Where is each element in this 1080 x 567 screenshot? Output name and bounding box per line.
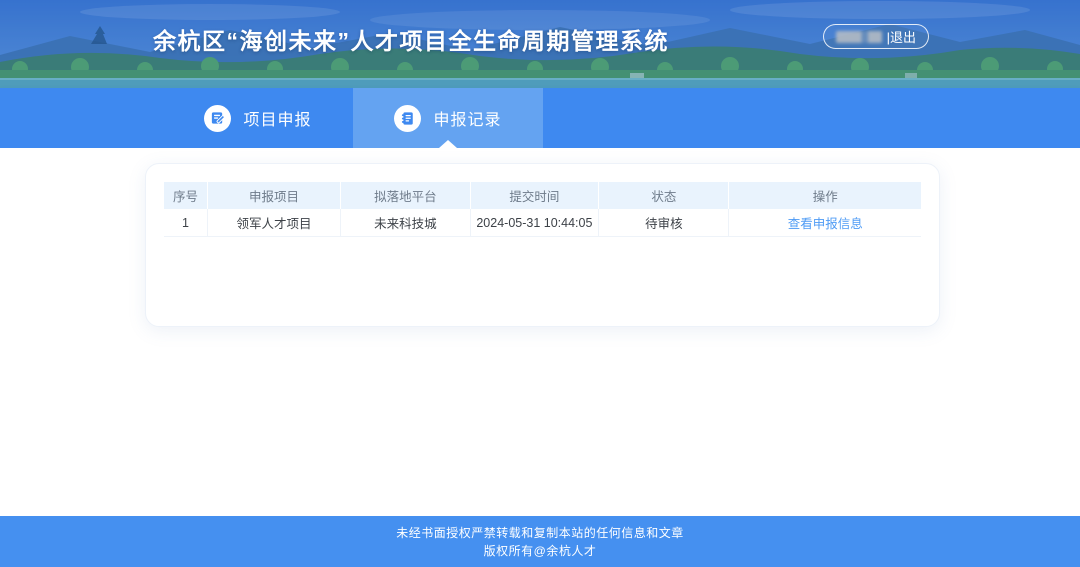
tab-strip: 项目申报 申报记录 [163, 88, 543, 148]
tab-label-project-application: 项目申报 [243, 112, 312, 129]
cell-platform: 未来科技城 [341, 209, 471, 237]
column-header-action: 操作 [729, 182, 921, 209]
column-header-platform: 拟落地平台 [341, 182, 471, 209]
active-tab-caret [439, 140, 457, 148]
tab-application-records[interactable]: 申报记录 [353, 88, 543, 148]
user-logout-button[interactable]: |退出 [822, 24, 929, 49]
column-header-submit-time: 提交时间 [470, 182, 600, 209]
table-header-row: 序号 申报项目 拟落地平台 提交时间 状态 操作 [164, 182, 921, 209]
tab-project-application[interactable]: 项目申报 [163, 88, 353, 148]
edit-document-icon [204, 104, 232, 132]
header-banner: 余杭区“海创未来”人才项目全生命周期管理系统 |退出 [0, 0, 1080, 88]
column-header-status: 状态 [599, 182, 730, 209]
footer-owner: 版权所有@余杭人才 [483, 543, 597, 558]
records-card: 序号 申报项目 拟落地平台 提交时间 状态 操作 1 领军人才项目 未来科技城 … [145, 163, 940, 327]
column-header-no: 序号 [164, 182, 208, 209]
footer: 未经书面授权严禁转载和复制本站的任何信息和文章 版权所有@余杭人才 [0, 516, 1080, 567]
cell-project: 领军人才项目 [207, 209, 342, 237]
column-header-project: 申报项目 [207, 182, 342, 209]
main-navbar: 项目申报 申报记录 [0, 88, 1080, 148]
logout-label[interactable]: |退出 [887, 27, 916, 46]
masked-username [835, 30, 882, 43]
cell-action: 查看申报信息 [729, 209, 921, 237]
cell-status: 待审核 [599, 209, 730, 237]
table-row: 1 领军人才项目 未来科技城 2024-05-31 10:44:05 待审核 查… [164, 209, 921, 237]
records-table: 序号 申报项目 拟落地平台 提交时间 状态 操作 1 领军人才项目 未来科技城 … [164, 182, 921, 237]
view-application-link[interactable]: 查看申报信息 [788, 217, 863, 231]
cell-submit-time: 2024-05-31 10:44:05 [470, 209, 600, 237]
cell-no: 1 [164, 209, 208, 237]
tab-label-application-records: 申报记录 [433, 112, 502, 129]
main-content: 序号 申报项目 拟落地平台 提交时间 状态 操作 1 领军人才项目 未来科技城 … [0, 148, 1080, 516]
records-notebook-icon [394, 104, 422, 132]
footer-copyright-notice: 未经书面授权严禁转载和复制本站的任何信息和文章 [396, 525, 684, 540]
page-title: 余杭区“海创未来”人才项目全生命周期管理系统 [153, 28, 669, 54]
